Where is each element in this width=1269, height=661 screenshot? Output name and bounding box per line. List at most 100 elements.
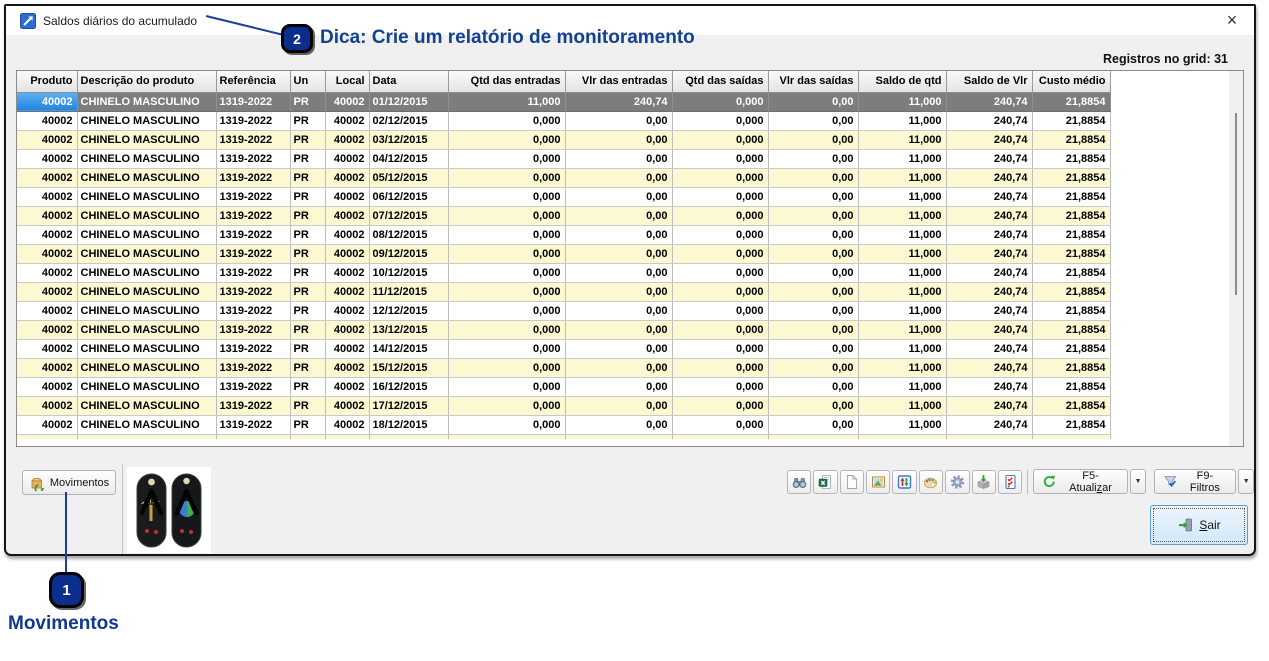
column-header[interactable]: Descrição do produto bbox=[77, 71, 216, 92]
grid-cell[interactable]: 07/12/2015 bbox=[369, 206, 448, 225]
table-row[interactable]: 40002CHINELO MASCULINO1319-2022PR4000204… bbox=[17, 149, 1110, 168]
grid-cell[interactable]: 40002 bbox=[17, 415, 77, 434]
grid-cell[interactable]: 18/12/2015 bbox=[369, 415, 448, 434]
grid-cell[interactable]: 02/12/2015 bbox=[369, 111, 448, 130]
grid-cell[interactable]: 0,000 bbox=[448, 206, 565, 225]
grid-cell[interactable]: CHINELO MASCULINO bbox=[77, 358, 216, 377]
grid-cell[interactable]: 0,000 bbox=[672, 434, 768, 439]
grid-cell[interactable]: 0,000 bbox=[448, 225, 565, 244]
grid-cell[interactable]: CHINELO MASCULINO bbox=[77, 244, 216, 263]
grid-cell[interactable]: 40002 bbox=[17, 282, 77, 301]
column-header[interactable]: Local bbox=[325, 71, 369, 92]
grid-cell[interactable]: 0,00 bbox=[565, 263, 672, 282]
grid-cell[interactable]: 40002 bbox=[325, 301, 369, 320]
grid-cell[interactable]: 0,00 bbox=[768, 377, 858, 396]
grid-cell[interactable]: 21,8854 bbox=[1032, 130, 1110, 149]
grid-cell[interactable]: 0,000 bbox=[672, 358, 768, 377]
grid-cell[interactable]: 0,000 bbox=[448, 358, 565, 377]
grid-cell[interactable]: 0,00 bbox=[768, 130, 858, 149]
grid-cell[interactable]: 0,00 bbox=[768, 168, 858, 187]
grid-cell[interactable]: 0,00 bbox=[565, 187, 672, 206]
grid-cell[interactable]: 0,000 bbox=[672, 92, 768, 111]
grid-cell[interactable]: 0,00 bbox=[768, 187, 858, 206]
table-row[interactable]: 40002CHINELO MASCULINO1319-2022PR4000202… bbox=[17, 111, 1110, 130]
grid-cell[interactable]: CHINELO MASCULINO bbox=[77, 377, 216, 396]
grid-cell[interactable]: 40002 bbox=[325, 320, 369, 339]
grid-cell[interactable]: 40002 bbox=[17, 206, 77, 225]
table-row[interactable]: 40002CHINELO MASCULINO1319-2022PR4000213… bbox=[17, 320, 1110, 339]
grid-cell[interactable]: 240,74 bbox=[946, 434, 1032, 439]
grid-cell[interactable]: 1319-2022 bbox=[216, 92, 290, 111]
grid-cell[interactable]: 0,000 bbox=[672, 396, 768, 415]
table-row[interactable]: 40002CHINELO MASCULINO1319-2022PR4000216… bbox=[17, 377, 1110, 396]
grid-cell[interactable]: 0,00 bbox=[768, 434, 858, 439]
grid-cell[interactable]: 12/12/2015 bbox=[369, 301, 448, 320]
grid-cell[interactable]: 40002 bbox=[325, 339, 369, 358]
grid-cell[interactable]: CHINELO MASCULINO bbox=[77, 92, 216, 111]
grid-cell[interactable]: CHINELO MASCULINO bbox=[77, 396, 216, 415]
grid-cell[interactable]: 11,000 bbox=[858, 339, 946, 358]
grid-cell[interactable]: 1319-2022 bbox=[216, 415, 290, 434]
grid-cell[interactable]: 21,8854 bbox=[1032, 111, 1110, 130]
grid-cell[interactable]: 0,000 bbox=[672, 130, 768, 149]
grid-cell[interactable]: 21,8854 bbox=[1032, 225, 1110, 244]
grid-cell[interactable]: CHINELO MASCULINO bbox=[77, 187, 216, 206]
grid-cell[interactable]: 1319-2022 bbox=[216, 225, 290, 244]
grid-cell[interactable]: 0,00 bbox=[565, 377, 672, 396]
grid-cell[interactable]: 09/12/2015 bbox=[369, 244, 448, 263]
grid-cell[interactable]: 0,00 bbox=[768, 301, 858, 320]
checklist-button[interactable] bbox=[998, 470, 1022, 494]
grid-cell[interactable]: 0,00 bbox=[768, 263, 858, 282]
table-row[interactable]: 40002CHINELO MASCULINO1319-2022PR4000209… bbox=[17, 244, 1110, 263]
grid-cell[interactable]: 1319-2022 bbox=[216, 301, 290, 320]
grid-cell[interactable]: 0,000 bbox=[448, 282, 565, 301]
table-row[interactable]: 40002CHINELO MASCULINO1319-2022PR4000203… bbox=[17, 130, 1110, 149]
grid-cell[interactable]: 11/12/2015 bbox=[369, 282, 448, 301]
grid-cell[interactable]: 11,000 bbox=[448, 92, 565, 111]
grid-cell[interactable]: PR bbox=[290, 320, 325, 339]
table-row[interactable]: 40002CHINELO MASCULINO1319-2022PR4000217… bbox=[17, 396, 1110, 415]
grid-cell[interactable]: 19/12/2015 bbox=[369, 434, 448, 439]
grid-cell[interactable]: 0,00 bbox=[768, 206, 858, 225]
grid-cell[interactable]: 0,00 bbox=[565, 206, 672, 225]
grid-cell[interactable]: 40002 bbox=[325, 206, 369, 225]
grid-cell[interactable]: 40002 bbox=[325, 415, 369, 434]
grid-cell[interactable]: 0,00 bbox=[768, 244, 858, 263]
grid-cell[interactable]: 05/12/2015 bbox=[369, 168, 448, 187]
grid-cell[interactable]: 0,00 bbox=[768, 358, 858, 377]
grid-cell[interactable]: 21,8854 bbox=[1032, 396, 1110, 415]
grid-cell[interactable]: 03/12/2015 bbox=[369, 130, 448, 149]
grid-cell[interactable]: 21,8854 bbox=[1032, 320, 1110, 339]
grid-cell[interactable]: CHINELO MASCULINO bbox=[77, 339, 216, 358]
grid-cell[interactable]: 40002 bbox=[325, 187, 369, 206]
scrollbar-thumb[interactable] bbox=[1235, 113, 1237, 295]
grid-cell[interactable]: 04/12/2015 bbox=[369, 149, 448, 168]
table-row[interactable]: 40002CHINELO MASCULINO1319-2022PR4000214… bbox=[17, 339, 1110, 358]
grid-cell[interactable]: 240,74 bbox=[946, 168, 1032, 187]
grid-cell[interactable]: CHINELO MASCULINO bbox=[77, 415, 216, 434]
grid-cell[interactable]: 40002 bbox=[325, 263, 369, 282]
grid-cell[interactable]: 21,8854 bbox=[1032, 301, 1110, 320]
grid-cell[interactable]: 40002 bbox=[17, 168, 77, 187]
grid-cell[interactable]: 21,8854 bbox=[1032, 149, 1110, 168]
f5-dropdown-button[interactable]: ▼ bbox=[1130, 469, 1146, 494]
grid-cell[interactable]: 40002 bbox=[17, 149, 77, 168]
grid-cell[interactable]: 0,000 bbox=[448, 301, 565, 320]
grid-cell[interactable]: 11,000 bbox=[858, 358, 946, 377]
grid-cell[interactable]: 240,74 bbox=[946, 301, 1032, 320]
grid-cell[interactable]: 1319-2022 bbox=[216, 339, 290, 358]
grid-cell[interactable]: 21,8854 bbox=[1032, 339, 1110, 358]
grid-cell[interactable]: 1319-2022 bbox=[216, 377, 290, 396]
grid-cell[interactable]: 240,74 bbox=[946, 358, 1032, 377]
grid-cell[interactable]: CHINELO MASCULINO bbox=[77, 263, 216, 282]
grid-cell[interactable]: 0,00 bbox=[565, 282, 672, 301]
grid-cell[interactable]: 0,000 bbox=[672, 168, 768, 187]
grid-cell[interactable]: 0,000 bbox=[448, 187, 565, 206]
movimentos-button[interactable]: Movimentos bbox=[22, 470, 116, 495]
grid-cell[interactable]: 40002 bbox=[325, 434, 369, 439]
grid-cell[interactable]: 0,00 bbox=[768, 225, 858, 244]
grid-cell[interactable]: 21,8854 bbox=[1032, 415, 1110, 434]
grid-cell[interactable]: CHINELO MASCULINO bbox=[77, 168, 216, 187]
grid-cell[interactable]: 0,00 bbox=[565, 301, 672, 320]
grid-cell[interactable]: CHINELO MASCULINO bbox=[77, 301, 216, 320]
